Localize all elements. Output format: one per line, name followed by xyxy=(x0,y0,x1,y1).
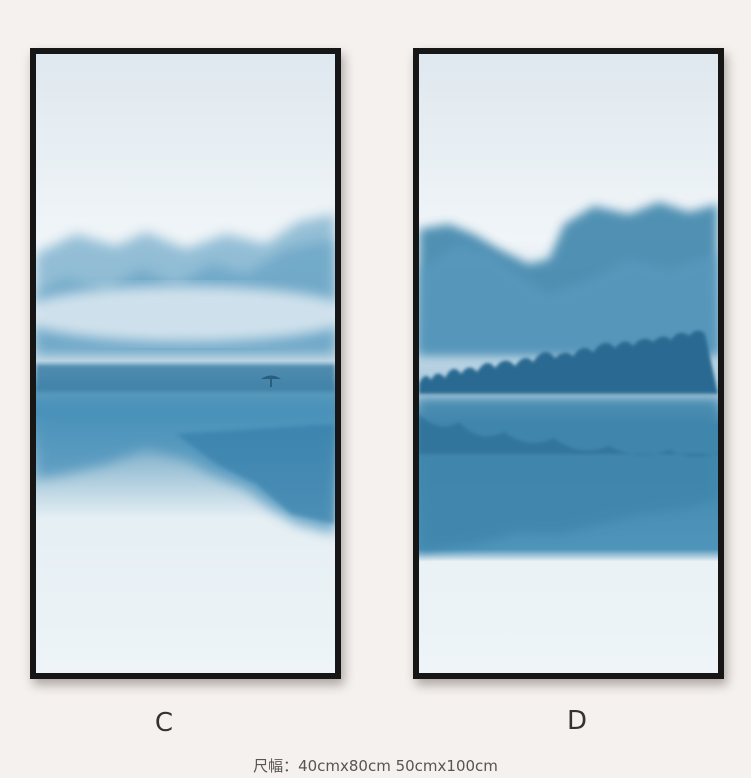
painting-c-label: C xyxy=(154,708,174,738)
size-info-text: 尺幅：40cmx80cm 50cmx100cm xyxy=(253,757,498,775)
painting-c-frame xyxy=(30,48,341,679)
painting-c-artwork xyxy=(36,54,335,673)
painting-d-artwork xyxy=(419,54,718,673)
painting-d-frame xyxy=(413,48,724,679)
painting-d-label: D xyxy=(566,706,588,736)
